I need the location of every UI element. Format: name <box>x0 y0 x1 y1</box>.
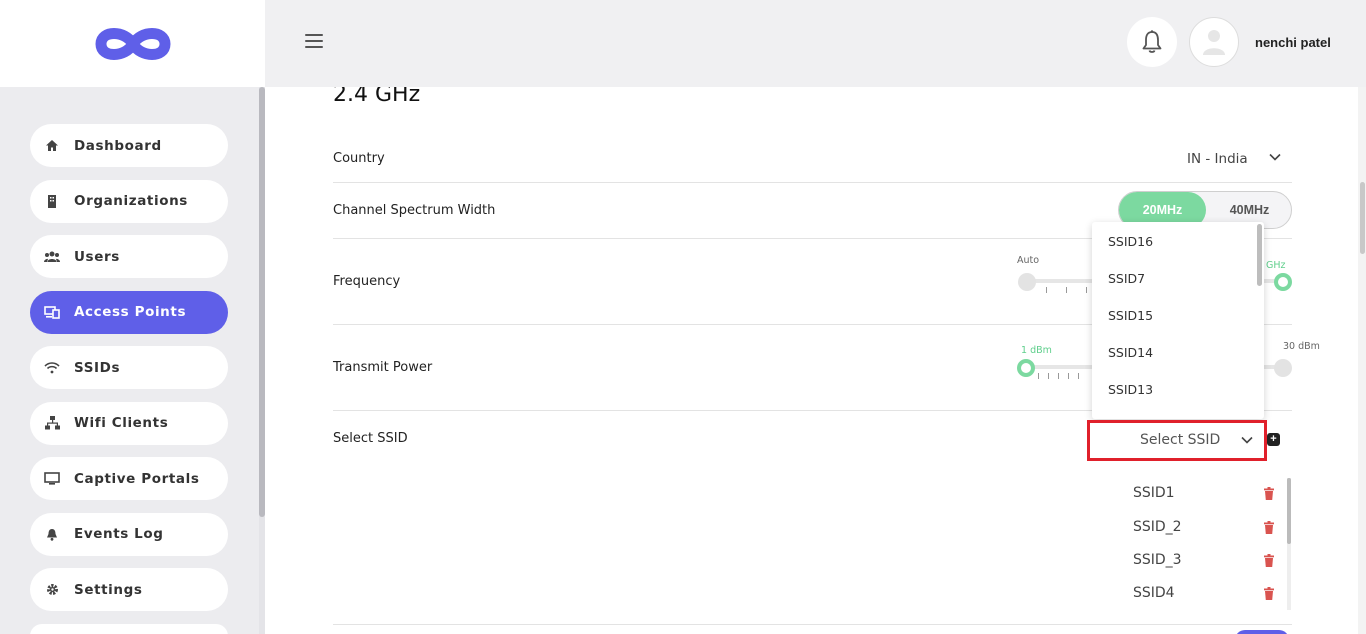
sidebar-item-label: Wifi Clients <box>74 415 169 431</box>
sidebar-item-ssids[interactable]: SSIDs <box>30 346 228 389</box>
country-select[interactable]: IN - India <box>1187 151 1248 167</box>
top-header: nenchi patel <box>265 0 1366 87</box>
sidebar-item-label: SSIDs <box>74 359 121 376</box>
frequency-slider-start-knob[interactable] <box>1018 273 1036 291</box>
ssid-list-scrollbar-thumb[interactable] <box>1287 478 1291 544</box>
list-item: SSID4 <box>1133 585 1283 605</box>
sidebar-item-dashboard[interactable]: Dashboard <box>30 124 228 167</box>
list-item: SSID_2 <box>1133 519 1283 539</box>
slider-tick <box>1086 287 1087 293</box>
frequency-min-label: Auto <box>1017 255 1040 266</box>
logo[interactable] <box>0 0 265 87</box>
sidebar-item-settings[interactable]: Settings <box>30 568 228 611</box>
ssid-dropdown-scrollbar[interactable] <box>1257 224 1262 286</box>
sidebar-item-events-log[interactable]: Events Log <box>30 512 228 556</box>
menu-toggle-icon[interactable] <box>305 34 323 52</box>
username[interactable]: nenchi patel <box>1255 35 1331 50</box>
slider-tick <box>1058 373 1059 379</box>
ssid-option[interactable]: SSID15 <box>1108 308 1153 323</box>
home-icon <box>44 138 60 154</box>
sidebar-item-access-points[interactable]: Access Points <box>30 290 228 334</box>
sidebar-item-label: Organizations <box>74 193 188 209</box>
frequency-slider-knob[interactable] <box>1274 273 1292 291</box>
page-scrollbar-thumb[interactable] <box>1360 182 1365 254</box>
chevron-down-icon <box>1240 433 1254 452</box>
sidebar-item-label: Dashboard <box>74 137 162 154</box>
add-ssid-button[interactable]: + <box>1267 433 1280 446</box>
ssid-name: SSID_3 <box>1133 552 1182 568</box>
sidebar-item-organizations[interactable]: Organizations <box>30 179 228 223</box>
bell-icon <box>1142 30 1162 53</box>
list-item: SSID_3 <box>1133 552 1283 572</box>
sidebar: Dashboard Organizations Users Access Poi… <box>0 0 265 634</box>
transmit-power-current-label: 1 dBm <box>1021 345 1052 356</box>
monitor-icon <box>44 471 60 487</box>
page-scrollbar-track[interactable] <box>1358 87 1366 634</box>
sidebar-item-label: Events Log <box>74 526 164 542</box>
trash-icon[interactable] <box>1263 521 1275 539</box>
slider-tick <box>1078 373 1079 379</box>
sidebar-item-wifi-clients[interactable]: Wifi Clients <box>30 401 228 445</box>
sidebar-item-label: Settings <box>74 581 143 598</box>
slider-tick <box>1048 373 1049 379</box>
slider-tick <box>1068 373 1069 379</box>
sidebar-item-more[interactable] <box>30 623 228 634</box>
users-icon <box>44 249 60 265</box>
save-button[interactable] <box>1235 630 1289 634</box>
divider <box>333 624 1292 625</box>
select-ssid-dropdown[interactable]: Select SSID <box>1087 420 1267 461</box>
main-content: 2.4 GHz Country IN - India Channel Spect… <box>265 87 1358 634</box>
ssid-option[interactable]: SSID16 <box>1108 234 1153 249</box>
slider-tick <box>1038 373 1039 379</box>
frequency-max-label: GHz <box>1266 260 1286 271</box>
sidebar-item-label: Access Points <box>74 304 187 320</box>
building-icon <box>44 193 60 209</box>
gear-icon <box>44 582 60 598</box>
trash-icon[interactable] <box>1263 587 1275 605</box>
ssid-name: SSID4 <box>1133 585 1175 601</box>
select-ssid-placeholder: Select SSID <box>1140 432 1221 448</box>
select-ssid-label: Select SSID <box>333 431 408 446</box>
sidebar-item-label: Captive Portals <box>74 470 200 487</box>
infinity-logo-icon <box>94 27 171 60</box>
ssid-dropdown-menu: SSID16 SSID7 SSID15 SSID14 SSID13 <box>1092 222 1264 419</box>
channel-width-label: Channel Spectrum Width <box>333 203 496 218</box>
frequency-label: Frequency <box>333 274 401 289</box>
slider-tick <box>1046 287 1047 293</box>
transmit-power-max-label: 30 dBm <box>1283 341 1320 352</box>
user-avatar-icon <box>1203 30 1225 55</box>
transmit-power-label: Transmit Power <box>333 360 433 375</box>
sidebar-item-users[interactable]: Users <box>30 235 228 278</box>
slider-tick <box>1066 287 1067 293</box>
notifications-button[interactable] <box>1127 17 1177 67</box>
transmit-power-slider-knob[interactable] <box>1017 359 1035 377</box>
ssid-name: SSID_2 <box>1133 519 1182 535</box>
chevron-down-icon[interactable] <box>1268 150 1282 169</box>
sidebar-nav: Dashboard Organizations Users Access Poi… <box>30 124 228 634</box>
bell-icon <box>44 526 60 542</box>
sidebar-item-label: Users <box>74 248 120 265</box>
access-point-icon <box>44 304 60 320</box>
selected-ssid-list: SSID1 SSID_2 SSID_3 SSID4 <box>1125 477 1295 607</box>
ssid-name: SSID1 <box>1133 485 1175 501</box>
avatar[interactable] <box>1189 17 1239 67</box>
trash-icon[interactable] <box>1263 487 1275 505</box>
ssid-option[interactable]: SSID7 <box>1108 271 1145 286</box>
network-icon <box>44 415 60 431</box>
trash-icon[interactable] <box>1263 554 1275 572</box>
ssid-option[interactable]: SSID13 <box>1108 382 1153 397</box>
list-item: SSID1 <box>1133 485 1283 505</box>
sidebar-item-captive-portals[interactable]: Captive Portals <box>30 457 228 500</box>
wifi-icon <box>44 360 60 376</box>
country-label: Country <box>333 151 385 166</box>
divider <box>333 182 1292 183</box>
section-title: 2.4 GHz <box>333 87 421 107</box>
transmit-power-slider-end-knob[interactable] <box>1274 359 1292 377</box>
ssid-option[interactable]: SSID14 <box>1108 345 1153 360</box>
